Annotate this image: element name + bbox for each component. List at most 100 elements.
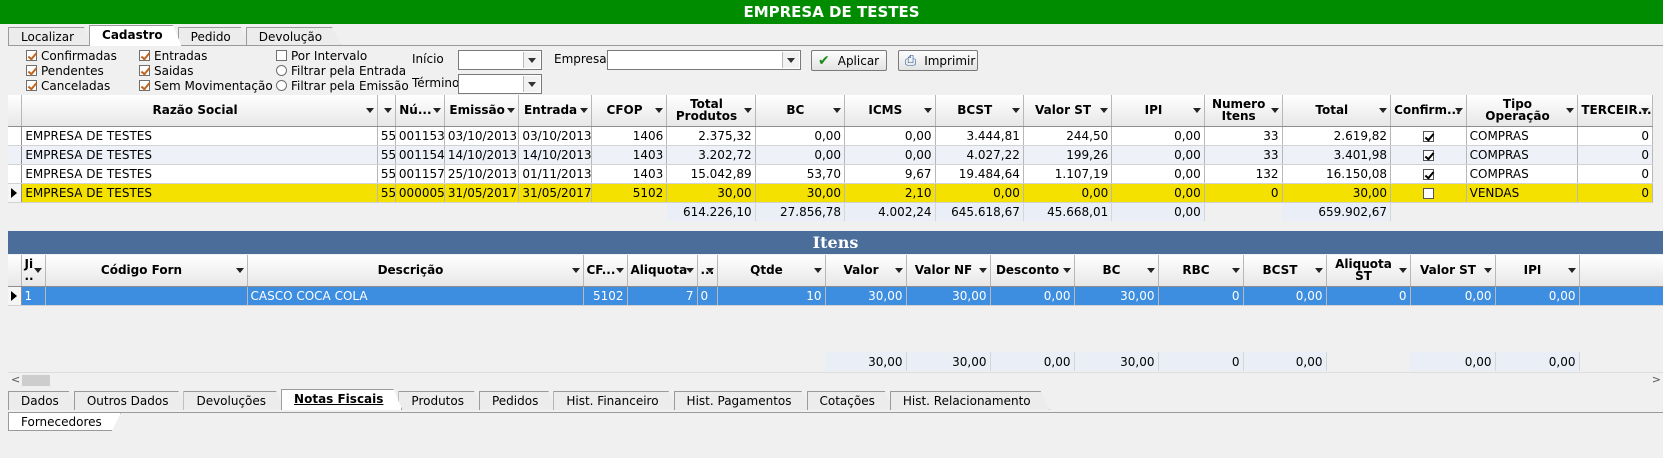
tab-hist-financeiro[interactable]: Hist. Financeiro <box>553 391 677 410</box>
tab-outros-dados[interactable]: Outros Dados <box>74 391 188 410</box>
checkbox-box[interactable] <box>139 50 150 61</box>
inicio-date-picker[interactable] <box>458 50 542 70</box>
col-cfop[interactable]: CFOP <box>591 95 668 127</box>
col-terceiros[interactable]: TERCEIR... <box>1577 95 1653 127</box>
col-qtde[interactable]: Qtde <box>717 255 826 287</box>
checkbox-canceladas[interactable]: Canceladas <box>26 78 110 93</box>
cell-confirmada[interactable] <box>1390 183 1467 203</box>
tab-cadastro[interactable]: Cadastro <box>89 25 182 46</box>
checkbox-confirmadas[interactable]: Confirmadas <box>26 48 117 63</box>
scroll-left-icon[interactable]: < <box>11 373 20 386</box>
col-bcst[interactable]: BCST <box>935 95 1024 127</box>
radio-circle[interactable] <box>276 80 287 91</box>
col-ipi[interactable]: IPI <box>1495 255 1580 287</box>
checkbox-box[interactable] <box>26 50 37 61</box>
cell-emissao: 14/10/2013 <box>444 145 520 165</box>
col-bc[interactable]: BC <box>755 95 846 127</box>
row-indicator[interactable] <box>8 183 23 203</box>
col-numero-itens[interactable]: Numero Itens <box>1204 95 1283 127</box>
confirmada-checkbox[interactable] <box>1422 149 1434 161</box>
checkbox-box[interactable] <box>276 50 287 61</box>
radio-filtrar-emissao[interactable]: Filtrar pela Emissão <box>276 78 409 93</box>
tab-hist-pagamentos[interactable]: Hist. Pagamentos <box>674 391 811 410</box>
table-row[interactable]: EMPRESA DE TESTES 55 0011549 14/10/2013 … <box>8 145 1653 165</box>
col-desconto[interactable]: Desconto <box>990 255 1075 287</box>
item-row-selected[interactable]: 1 CASCO COCA COLA 5102 7 0 10 30,00 30,0… <box>8 286 1663 306</box>
col-valor-nf[interactable]: Valor NF <box>906 255 991 287</box>
tab-devolucao[interactable]: Devolução <box>246 27 341 46</box>
col-valor-st[interactable]: Valor ST <box>1023 95 1113 127</box>
checkbox-box[interactable] <box>139 65 150 76</box>
col-valor-st[interactable]: Valor ST <box>1410 255 1496 287</box>
tab-notas-fiscais[interactable]: Notas Fiscais <box>281 389 402 410</box>
horizontal-scrollbar[interactable]: < > <box>8 372 1663 387</box>
row-indicator[interactable] <box>8 164 23 184</box>
cell-confirmada[interactable] <box>1390 145 1467 165</box>
confirmada-checkbox[interactable] <box>1422 187 1434 199</box>
col-emissao[interactable]: Emissão <box>444 95 520 127</box>
col-aliquota[interactable]: Aliquota <box>627 255 698 287</box>
chevron-down-icon[interactable] <box>523 76 540 92</box>
tab-fornecedores[interactable]: Fornecedores <box>8 413 121 431</box>
checkbox-saidas[interactable]: Saidas <box>139 63 194 78</box>
col-cf[interactable]: CF... <box>583 255 628 287</box>
termino-date-picker[interactable] <box>458 74 542 94</box>
checkbox-entradas[interactable]: Entradas <box>139 48 207 63</box>
col-modelo[interactable] <box>377 95 396 127</box>
bottom-tabs: Dados Outros Dados Devoluções Notas Fisc… <box>8 389 1046 410</box>
tab-pedidos[interactable]: Pedidos <box>479 391 557 410</box>
checkbox-box[interactable] <box>26 80 37 91</box>
col-ipi[interactable]: IPI <box>1111 95 1205 127</box>
radio-circle[interactable] <box>276 65 287 76</box>
col-numero[interactable]: Nú... <box>395 95 445 127</box>
table-row[interactable]: EMPRESA DE TESTES 55 0011579 25/10/2013 … <box>8 164 1653 184</box>
table-row-selected[interactable]: EMPRESA DE TESTES 55 000005 31/05/2017 3… <box>8 183 1653 203</box>
radio-filtrar-entrada[interactable]: Filtrar pela Entrada <box>276 63 406 78</box>
col-icms[interactable]: ICMS <box>844 95 936 127</box>
tab-produtos[interactable]: Produtos <box>398 391 483 410</box>
cell-bc: 0,00 <box>755 145 846 165</box>
row-indicator[interactable] <box>8 286 22 306</box>
col-tipo-operacao[interactable]: Tipo Operação <box>1466 95 1579 127</box>
checkbox-box[interactable] <box>26 65 37 76</box>
scroll-right-icon[interactable]: > <box>1652 373 1661 386</box>
total-produtos-sum: 614.226,10 <box>666 202 756 221</box>
col-valor[interactable]: Valor <box>825 255 907 287</box>
row-indicator[interactable] <box>8 126 23 146</box>
col-x[interactable]: ... <box>697 255 718 287</box>
tab-devolucoes[interactable]: Devoluções <box>183 391 285 410</box>
chevron-down-icon[interactable] <box>523 52 540 68</box>
col-aliquota-st[interactable]: Aliquota ST <box>1326 255 1411 287</box>
col-bcst[interactable]: BCST <box>1243 255 1327 287</box>
imprimir-button[interactable]: ⎙ Imprimir <box>898 50 978 71</box>
col-razao-social[interactable]: Razão Social <box>21 95 378 127</box>
col-bc[interactable]: BC <box>1074 255 1159 287</box>
tab-dados[interactable]: Dados <box>8 391 78 410</box>
col-descricao[interactable]: Descrição <box>247 255 584 287</box>
tab-hist-relacionamento[interactable]: Hist. Relacionamento <box>890 391 1050 410</box>
tab-pedido[interactable]: Pedido <box>178 27 250 46</box>
checkbox-por-intervalo[interactable]: Por Intervalo <box>276 48 367 63</box>
tab-cotacoes[interactable]: Cotações <box>807 391 894 410</box>
cell-confirmada[interactable] <box>1390 164 1467 184</box>
col-total[interactable]: Total <box>1282 95 1392 127</box>
col-codigo-forn[interactable]: Código Forn <box>45 255 248 287</box>
empresa-select[interactable] <box>607 50 801 70</box>
aplicar-button[interactable]: ✔ Aplicar <box>811 50 887 71</box>
tab-localizar[interactable]: Localizar <box>8 27 93 46</box>
confirmada-checkbox[interactable] <box>1422 168 1434 180</box>
col-total-produtos[interactable]: Total Produtos <box>666 95 756 127</box>
table-row[interactable]: EMPRESA DE TESTES 55 0011530 03/10/2013 … <box>8 126 1653 146</box>
col-confirmada[interactable]: Confirm... <box>1390 95 1467 127</box>
cell-confirmada[interactable] <box>1390 126 1467 146</box>
checkbox-box[interactable] <box>139 80 150 91</box>
row-indicator[interactable] <box>8 145 23 165</box>
col-rbc[interactable]: RBC <box>1158 255 1244 287</box>
col-ji[interactable]: Ji .. <box>21 255 46 287</box>
col-entrada[interactable]: Entrada <box>518 95 592 127</box>
scrollbar-thumb[interactable] <box>22 375 50 386</box>
chevron-down-icon[interactable] <box>782 52 799 68</box>
confirmada-checkbox[interactable] <box>1422 130 1434 142</box>
checkbox-pendentes[interactable]: Pendentes <box>26 63 104 78</box>
checkbox-sem-movimentacao[interactable]: Sem Movimentação <box>139 78 273 93</box>
